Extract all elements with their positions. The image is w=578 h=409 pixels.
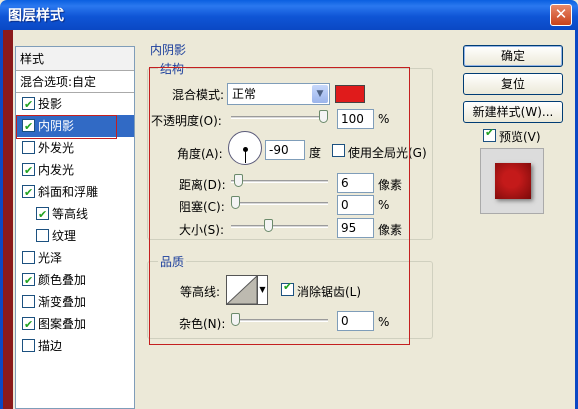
style-item-label: 颜色叠加 xyxy=(38,273,87,287)
style-item[interactable]: 等高线 xyxy=(16,203,134,226)
style-item-checkbox[interactable] xyxy=(22,314,35,336)
section-title: 内阴影 xyxy=(148,41,189,58)
highlight-annotation xyxy=(149,67,410,345)
style-item[interactable]: 内阴影 xyxy=(16,115,134,139)
style-item[interactable]: 内发光 xyxy=(16,159,134,182)
window-title: 图层样式 xyxy=(8,8,64,24)
style-item-checkbox[interactable] xyxy=(36,204,49,226)
style-item-label: 内发光 xyxy=(38,163,75,177)
style-item-label: 投影 xyxy=(38,97,63,111)
style-item[interactable]: 外发光 xyxy=(16,137,134,159)
style-item[interactable]: 斜面和浮雕 xyxy=(16,181,134,204)
style-item-label: 等高线 xyxy=(52,207,89,221)
style-item-label: 外发光 xyxy=(38,141,75,155)
style-item-checkbox[interactable] xyxy=(22,94,35,116)
style-item-label: 渐变叠加 xyxy=(38,295,87,309)
background-layer-strip xyxy=(3,30,13,409)
close-icon: ✕ xyxy=(554,5,568,23)
style-item-checkbox[interactable] xyxy=(22,270,35,292)
new-style-button[interactable]: 新建样式(W)... xyxy=(463,101,563,123)
style-item[interactable]: 描边 xyxy=(16,335,134,357)
style-preview xyxy=(480,148,544,214)
style-item-checkbox[interactable] xyxy=(22,160,35,182)
style-item-label: 描边 xyxy=(38,339,63,353)
style-item-label: 纹理 xyxy=(52,229,77,243)
preview-label[interactable]: 预览(V) xyxy=(499,128,541,145)
ok-button[interactable]: 确定 xyxy=(463,45,563,67)
reset-button[interactable]: 复位 xyxy=(463,73,563,95)
styles-list: 样式 混合选项:自定 投影内阴影外发光内发光斜面和浮雕等高线纹理光泽颜色叠加渐变… xyxy=(15,46,135,409)
style-item[interactable]: 投影 xyxy=(16,93,134,116)
style-item-checkbox[interactable] xyxy=(36,229,49,242)
preview-thumbnail xyxy=(495,163,531,199)
preview-checkbox[interactable] xyxy=(483,126,496,142)
style-item-checkbox[interactable] xyxy=(22,141,35,154)
style-item[interactable]: 光泽 xyxy=(16,247,134,269)
style-item[interactable]: 图案叠加 xyxy=(16,313,134,336)
style-item-checkbox[interactable] xyxy=(22,182,35,204)
styles-list-header[interactable]: 样式 xyxy=(16,47,134,71)
style-item-checkbox[interactable] xyxy=(22,339,35,352)
style-item-checkbox[interactable] xyxy=(22,295,35,308)
style-item-checkbox[interactable] xyxy=(22,251,35,264)
style-item-label: 内阴影 xyxy=(38,119,75,133)
style-item-label: 斜面和浮雕 xyxy=(38,185,99,199)
title-bar: 图层样式 ✕ xyxy=(0,0,578,30)
style-item[interactable]: 颜色叠加 xyxy=(16,269,134,292)
close-button[interactable]: ✕ xyxy=(550,4,572,26)
style-item[interactable]: 纹理 xyxy=(16,225,134,247)
blending-options-item[interactable]: 混合选项:自定 xyxy=(16,71,134,93)
style-item-checkbox[interactable] xyxy=(22,116,35,138)
style-item-label: 光泽 xyxy=(38,251,63,265)
style-item-label: 图案叠加 xyxy=(38,317,87,331)
style-item[interactable]: 渐变叠加 xyxy=(16,291,134,313)
